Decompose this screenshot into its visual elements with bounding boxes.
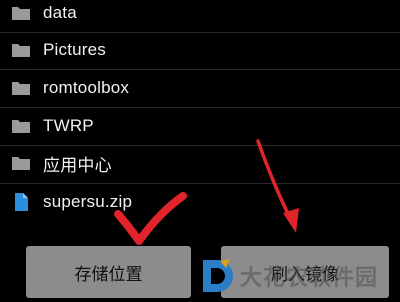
file-icon (15, 193, 28, 211)
file-list-item-twrp[interactable]: TWRP (0, 107, 400, 145)
file-list-item-pictures[interactable]: Pictures (0, 31, 400, 69)
file-name: 应用中心 (43, 155, 112, 176)
folder-icon (12, 44, 30, 57)
file-name: romtoolbox (43, 78, 130, 97)
file-name: data (43, 3, 77, 22)
file-name: supersu.zip (43, 192, 133, 211)
folder-icon (12, 157, 30, 170)
flash-image-label: 刷入镜像 (271, 264, 339, 285)
flash-image-button[interactable]: 刷入镜像 (221, 246, 389, 298)
file-list-item-app-center[interactable]: 应用中心 (0, 144, 400, 182)
folder-icon (12, 82, 30, 95)
file-name: Pictures (43, 40, 107, 59)
folder-icon (12, 120, 30, 133)
file-name: TWRP (43, 116, 94, 135)
file-list-item-romtoolbox[interactable]: romtoolbox (0, 69, 400, 107)
folder-icon (12, 7, 30, 20)
file-list-item-supersu-zip[interactable]: supersu.zip (0, 183, 400, 221)
storage-location-label: 存储位置 (74, 264, 143, 285)
storage-location-button[interactable]: 存储位置 (26, 246, 191, 298)
file-list-item-data[interactable]: data (0, 0, 400, 32)
